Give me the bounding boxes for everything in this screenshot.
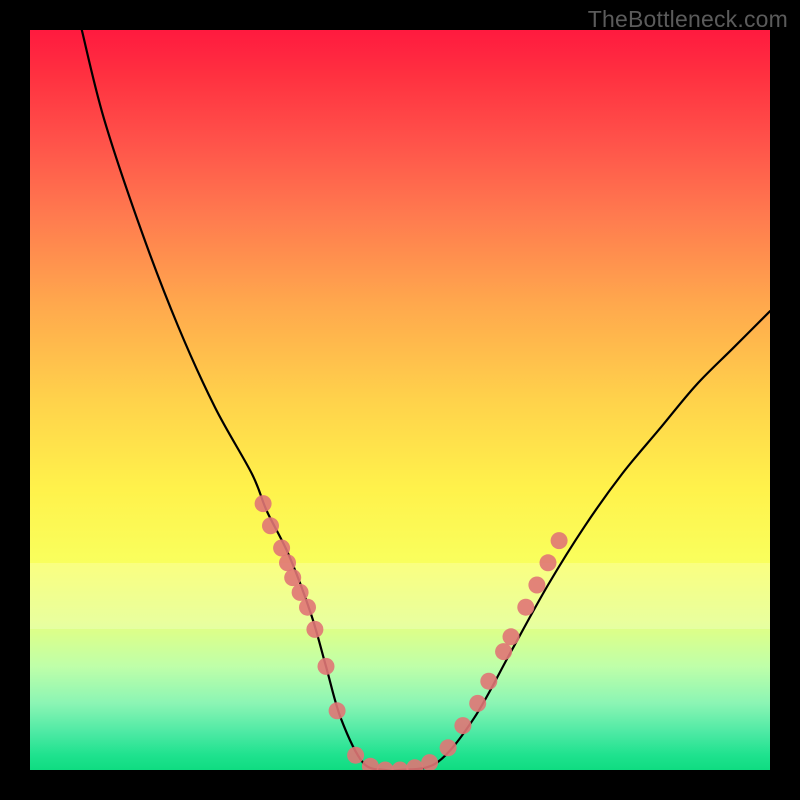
marker-dot <box>347 747 364 764</box>
marker-dot <box>528 577 545 594</box>
marker-dot <box>273 540 290 557</box>
marker-dots <box>255 495 568 770</box>
marker-dot <box>392 762 409 771</box>
outer-frame: TheBottleneck.com <box>0 0 800 800</box>
bottleneck-curve <box>82 30 770 770</box>
marker-dot <box>495 643 512 660</box>
marker-dot <box>262 517 279 534</box>
marker-dot <box>279 554 296 571</box>
marker-dot <box>292 584 309 601</box>
marker-dot <box>284 569 301 586</box>
marker-dot <box>440 739 457 756</box>
marker-dot <box>540 554 557 571</box>
marker-dot <box>318 658 335 675</box>
marker-dot <box>406 759 423 770</box>
marker-dot <box>377 762 394 771</box>
marker-dot <box>306 621 323 638</box>
marker-dot <box>421 754 438 770</box>
marker-dot <box>255 495 272 512</box>
marker-dot <box>299 599 316 616</box>
marker-dot <box>517 599 534 616</box>
marker-dot <box>454 717 471 734</box>
marker-dot <box>503 628 520 645</box>
marker-dot <box>362 758 379 770</box>
marker-dot <box>329 702 346 719</box>
chart-svg <box>30 30 770 770</box>
highlight-band <box>30 563 770 630</box>
marker-dot <box>469 695 486 712</box>
chart-plot-area <box>30 30 770 770</box>
marker-dot <box>551 532 568 549</box>
marker-dot <box>480 673 497 690</box>
watermark-text: TheBottleneck.com <box>588 6 788 33</box>
